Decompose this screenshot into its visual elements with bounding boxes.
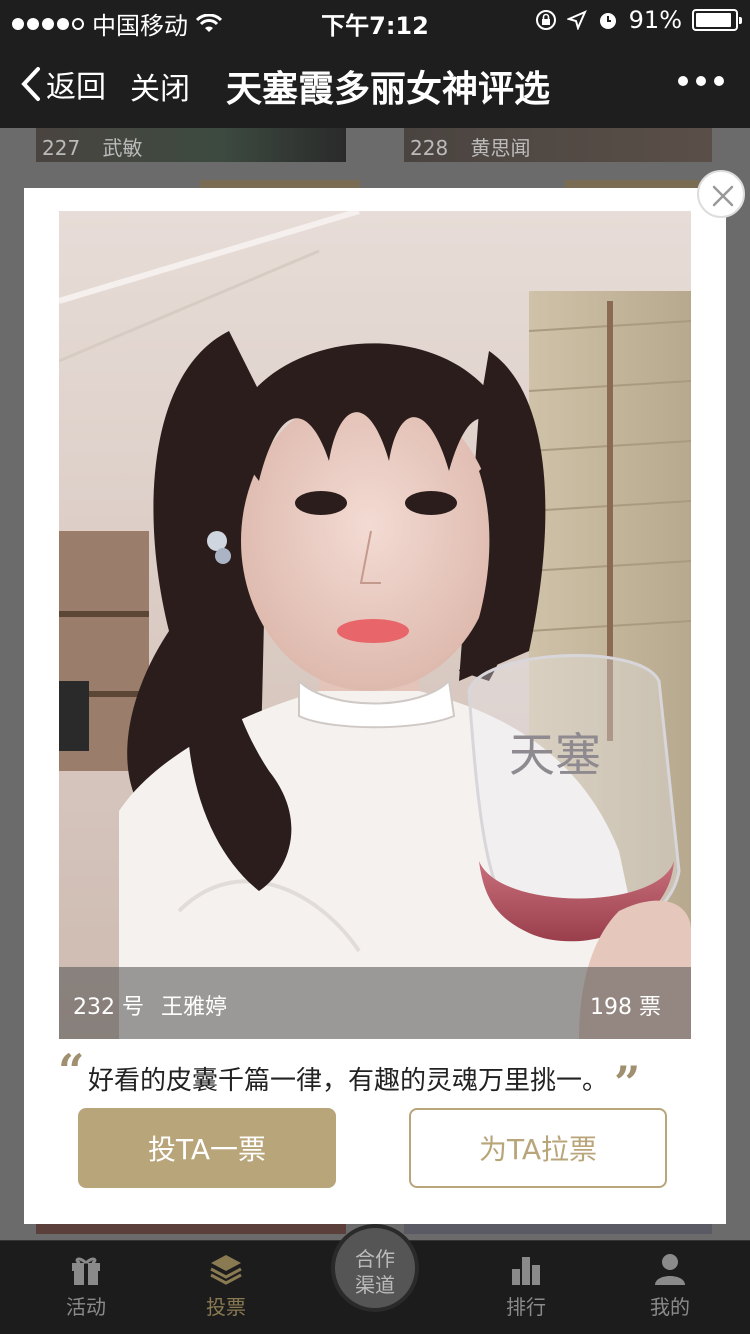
tab-label: 投票 (206, 1295, 246, 1319)
more-options-icon[interactable] (678, 76, 724, 86)
battery-percent: 91% (628, 6, 682, 34)
partner-channel-button[interactable]: 合作 渠道 (331, 1224, 419, 1312)
background-strip (36, 1224, 346, 1234)
center-line2: 渠道 (355, 1273, 395, 1297)
background-card[interactable]: 227 武敏 (36, 128, 346, 162)
tab-activities[interactable]: 活动 (36, 1251, 136, 1320)
screen: 中国移动 下午7:12 91% 返回 关闭 天塞霞多丽女神评选 227 武敏 2… (0, 0, 750, 1334)
card-name: 黄思闻 (470, 136, 531, 160)
close-icon (712, 185, 734, 207)
page-title: 天塞霞多丽女神评选 (226, 69, 551, 110)
contestant-photo: 天塞 232 号 王雅婷 198 票 (59, 211, 691, 1039)
back-button[interactable]: 返回 (20, 62, 106, 106)
card-number: 227 (42, 136, 81, 160)
tab-label: 活动 (66, 1295, 106, 1319)
background-card[interactable]: 228 黄思闻 (404, 128, 712, 162)
tab-ranking[interactable]: 排行 (476, 1251, 576, 1320)
quote-close-mark: ” (614, 1056, 641, 1110)
tab-mine[interactable]: 我的 (620, 1251, 720, 1320)
photo-illustration: 天塞 (59, 211, 691, 1039)
user-icon (655, 1254, 685, 1285)
alarm-icon (599, 13, 616, 29)
contestant-name: 王雅婷 (161, 995, 228, 1020)
rotation-lock-icon (535, 10, 556, 30)
contestant-number: 232 号 (73, 995, 144, 1020)
status-bar: 中国移动 下午7:12 91% (0, 0, 750, 40)
nav-bar: 返回 关闭 天塞霞多丽女神评选 (0, 40, 750, 128)
quote-open-mark: “ (58, 1044, 85, 1098)
status-right: 91% (535, 6, 742, 34)
tab-label: 我的 (650, 1295, 690, 1319)
modal-close-button[interactable] (697, 170, 745, 218)
card-number: 228 (410, 136, 449, 160)
vote-button[interactable]: 投TA一票 (78, 1108, 336, 1188)
vote-count: 198 票 (590, 995, 661, 1020)
gift-icon (72, 1257, 100, 1285)
location-arrow-icon (566, 10, 587, 30)
close-page-button[interactable]: 关闭 (130, 64, 190, 108)
bar-chart-icon (512, 1257, 540, 1285)
battery-icon (692, 9, 742, 31)
glass-logo-text: 天塞 (509, 728, 601, 782)
quote-text: 好看的皮囊千篇一律，有趣的灵魂万里挑一。 (88, 1066, 609, 1096)
photo-caption: 232 号 王雅婷 198 票 (59, 967, 691, 1039)
contestant-quote: “ 好看的皮囊千篇一律，有趣的灵魂万里挑一。 ” (58, 1044, 698, 1110)
back-label: 返回 (46, 70, 106, 105)
battery-fill (696, 13, 731, 27)
tab-label: 排行 (506, 1295, 546, 1319)
tab-vote[interactable]: 投票 (176, 1251, 276, 1320)
canvass-button[interactable]: 为TA拉票 (409, 1108, 667, 1188)
layers-icon (210, 1255, 242, 1285)
background-strip (404, 1224, 712, 1234)
contestant-modal: 天塞 232 号 王雅婷 198 票 “ 好看的皮囊千篇一律，有趣的灵魂万里挑一… (24, 188, 726, 1224)
card-name: 武敏 (102, 136, 143, 160)
center-line1: 合作 (355, 1247, 395, 1271)
chevron-left-icon (21, 67, 40, 101)
